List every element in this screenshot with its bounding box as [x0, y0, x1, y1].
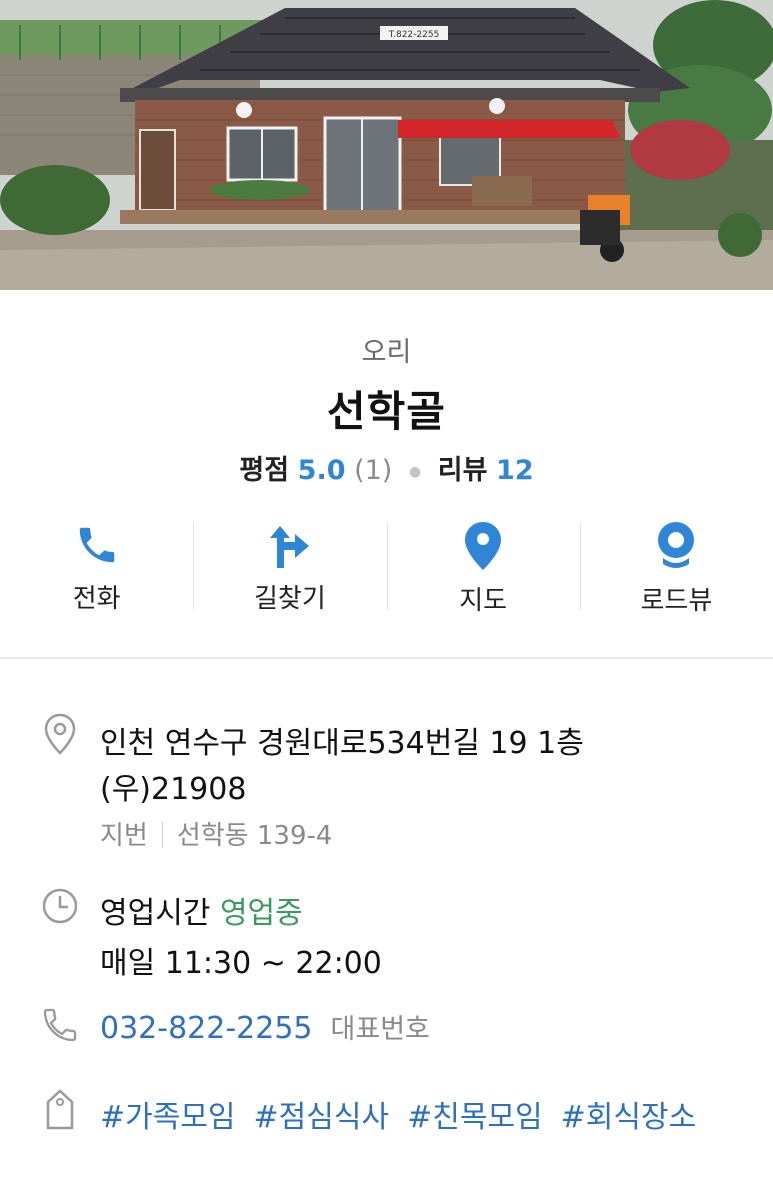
road-address[interactable]: 인천 연수구 경원대로534번길 19 1층: [100, 718, 584, 762]
call-button-label: 전화: [72, 584, 121, 614]
clock-icon: [40, 886, 80, 930]
category-label: 오리: [361, 337, 412, 368]
rating-label: 평점: [239, 455, 290, 486]
section-divider: [0, 657, 773, 659]
tag-item[interactable]: #점심식사: [254, 1100, 390, 1135]
place-name: 선학골: [327, 387, 446, 436]
hours-detail: 매일 11:30 ~ 22:00: [100, 946, 382, 981]
jibun-label: 지번: [100, 821, 148, 851]
directions-button-label: 길찾기: [253, 584, 326, 614]
review-count[interactable]: 12: [496, 455, 534, 486]
tag-item[interactable]: #가족모임: [100, 1100, 236, 1135]
rating-value[interactable]: 5.0: [298, 455, 346, 486]
separator-dot: ●: [408, 463, 422, 480]
jibun-address: 지번 선학동 139-4: [100, 815, 332, 852]
action-bar: 전화 길찾기 지도 로드뷰: [0, 520, 773, 616]
phone-outline-icon: [40, 1005, 80, 1049]
review-label[interactable]: 리뷰: [438, 455, 488, 486]
rating-count: (1): [354, 455, 393, 486]
directions-icon: [267, 520, 313, 570]
rating-line: 평점 5.0 (1) ● 리뷰 12: [0, 448, 773, 487]
jibun-separator: [161, 822, 163, 848]
postal-code: (우)21908: [100, 772, 247, 807]
phone-note: 대표번호: [330, 1014, 430, 1045]
location-icon: [40, 712, 80, 760]
call-button[interactable]: 전화: [0, 520, 193, 615]
tag-item[interactable]: #친목모임: [407, 1100, 543, 1135]
roadview-button[interactable]: 로드뷰: [579, 520, 773, 616]
phone-icon: [74, 520, 120, 570]
restaurant-photo[interactable]: T.822-2255: [0, 0, 773, 290]
business-hours-header[interactable]: 영업시간 영업중: [100, 888, 303, 932]
hours-label: 영업시간: [100, 896, 211, 931]
roadview-icon: [655, 520, 697, 572]
sign-phone-text: T.822-2255: [388, 30, 440, 40]
tag-icon: [40, 1088, 80, 1136]
tag-list: #가족모임 #점심식사 #친목모임 #회식장소: [100, 1092, 714, 1136]
map-pin-icon: [463, 520, 503, 572]
restaurant-photo-illustration: T.822-2255: [0, 0, 773, 290]
roadview-button-label: 로드뷰: [640, 586, 713, 616]
map-button-label: 지도: [459, 586, 508, 616]
open-status: 영업중: [219, 896, 303, 931]
jibun-value: 선학동 139-4: [176, 821, 333, 851]
tag-item[interactable]: #회식장소: [561, 1100, 697, 1135]
map-button[interactable]: 지도: [386, 520, 580, 616]
directions-button[interactable]: 길찾기: [193, 520, 386, 615]
phone-row: 032-822-2255 대표번호: [100, 1007, 430, 1046]
phone-number-link[interactable]: 032-822-2255: [100, 1011, 313, 1046]
